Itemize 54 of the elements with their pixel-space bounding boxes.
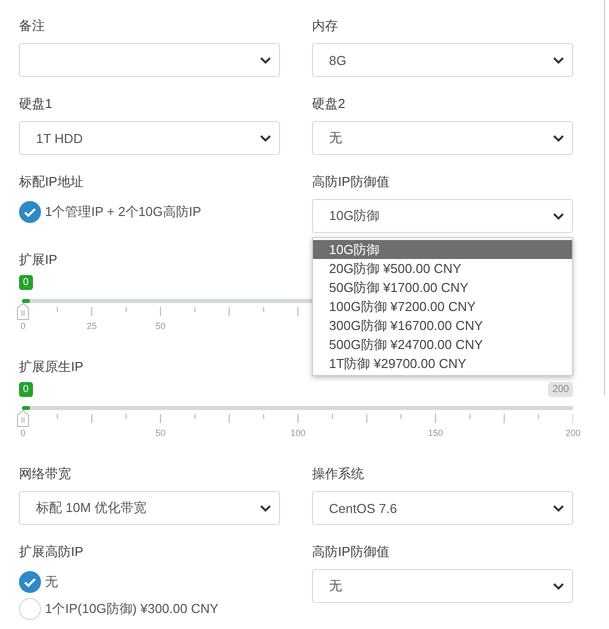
option-label: 1个IP(10G防御) ¥300.00 CNY xyxy=(45,600,218,618)
tick-label: 0 xyxy=(20,428,26,438)
chevron-down-icon xyxy=(553,212,564,220)
option-label: 1个管理IP + 2个10G高防IP xyxy=(45,203,202,221)
select-field[interactable]: 1T HDD xyxy=(19,121,280,155)
check-circle-icon[interactable] xyxy=(19,201,41,223)
radio-button[interactable] xyxy=(19,598,41,620)
dropdown-option[interactable]: 500G防御 ¥24700.00 CNY xyxy=(313,335,572,354)
field-label: 扩展IP xyxy=(19,251,58,269)
check-circle-icon[interactable] xyxy=(19,571,41,593)
field-label: 硬盘2 xyxy=(312,95,346,113)
dropdown-option[interactable]: 20G防御 ¥500.00 CNY xyxy=(313,259,572,278)
value-tooltip: 0 xyxy=(19,275,33,290)
field-label: 硬盘1 xyxy=(19,95,52,113)
tick-label: 0 xyxy=(20,321,26,331)
field-label: 扩展高防IP xyxy=(19,543,84,561)
max-badge: 200 xyxy=(548,382,573,397)
field-label: 高防IP防御值 xyxy=(312,543,390,561)
select-field[interactable]: 无 xyxy=(312,569,573,603)
dropdown-option[interactable]: 10G防御 xyxy=(313,240,572,259)
value-tooltip: 0 xyxy=(19,382,33,397)
select-field[interactable]: 10G防御 xyxy=(312,199,573,233)
slider-handle[interactable] xyxy=(17,303,29,320)
field-label: 扩展原生IP xyxy=(19,358,84,376)
dropdown-option[interactable]: 300G防御 ¥16700.00 CNY xyxy=(313,316,572,335)
chevron-down-icon xyxy=(260,56,271,64)
dropdown-option[interactable]: 100G防御 ¥7200.00 CNY xyxy=(313,297,572,316)
option-label: 无 xyxy=(45,573,58,591)
slider-handle[interactable] xyxy=(17,410,29,427)
chevron-down-icon xyxy=(553,582,564,590)
select-field[interactable] xyxy=(19,43,280,77)
field-label: 备注 xyxy=(19,17,45,35)
tick-label: 50 xyxy=(156,321,166,331)
tick-label: 50 xyxy=(156,428,166,438)
field-label: 内存 xyxy=(312,17,338,35)
tick-label: 150 xyxy=(428,428,444,438)
tick-label: 100 xyxy=(290,428,306,438)
dropdown-option[interactable]: 1T防御 ¥29700.00 CNY xyxy=(313,354,572,373)
tick-label: 25 xyxy=(86,321,97,331)
chevron-down-icon xyxy=(553,56,564,64)
field-label: 高防IP防御值 xyxy=(312,173,390,191)
select-field[interactable]: 无 xyxy=(312,121,573,155)
field-label: 网络带宽 xyxy=(19,465,71,483)
chevron-down-icon xyxy=(260,134,271,142)
select-field[interactable]: CentOS 7.6 xyxy=(312,491,573,525)
chevron-down-icon xyxy=(260,504,271,512)
select-field[interactable]: 8G xyxy=(312,43,573,77)
field-label: 标配IP地址 xyxy=(19,173,84,191)
dropdown-option[interactable]: 50G防御 ¥1700.00 CNY xyxy=(313,278,572,297)
field-label: 操作系统 xyxy=(312,465,364,483)
tick-label: 200 xyxy=(565,428,581,438)
select-field[interactable]: 标配 10M 优化带宽 xyxy=(19,491,280,525)
chevron-down-icon xyxy=(553,504,564,512)
chevron-down-icon xyxy=(553,134,564,142)
